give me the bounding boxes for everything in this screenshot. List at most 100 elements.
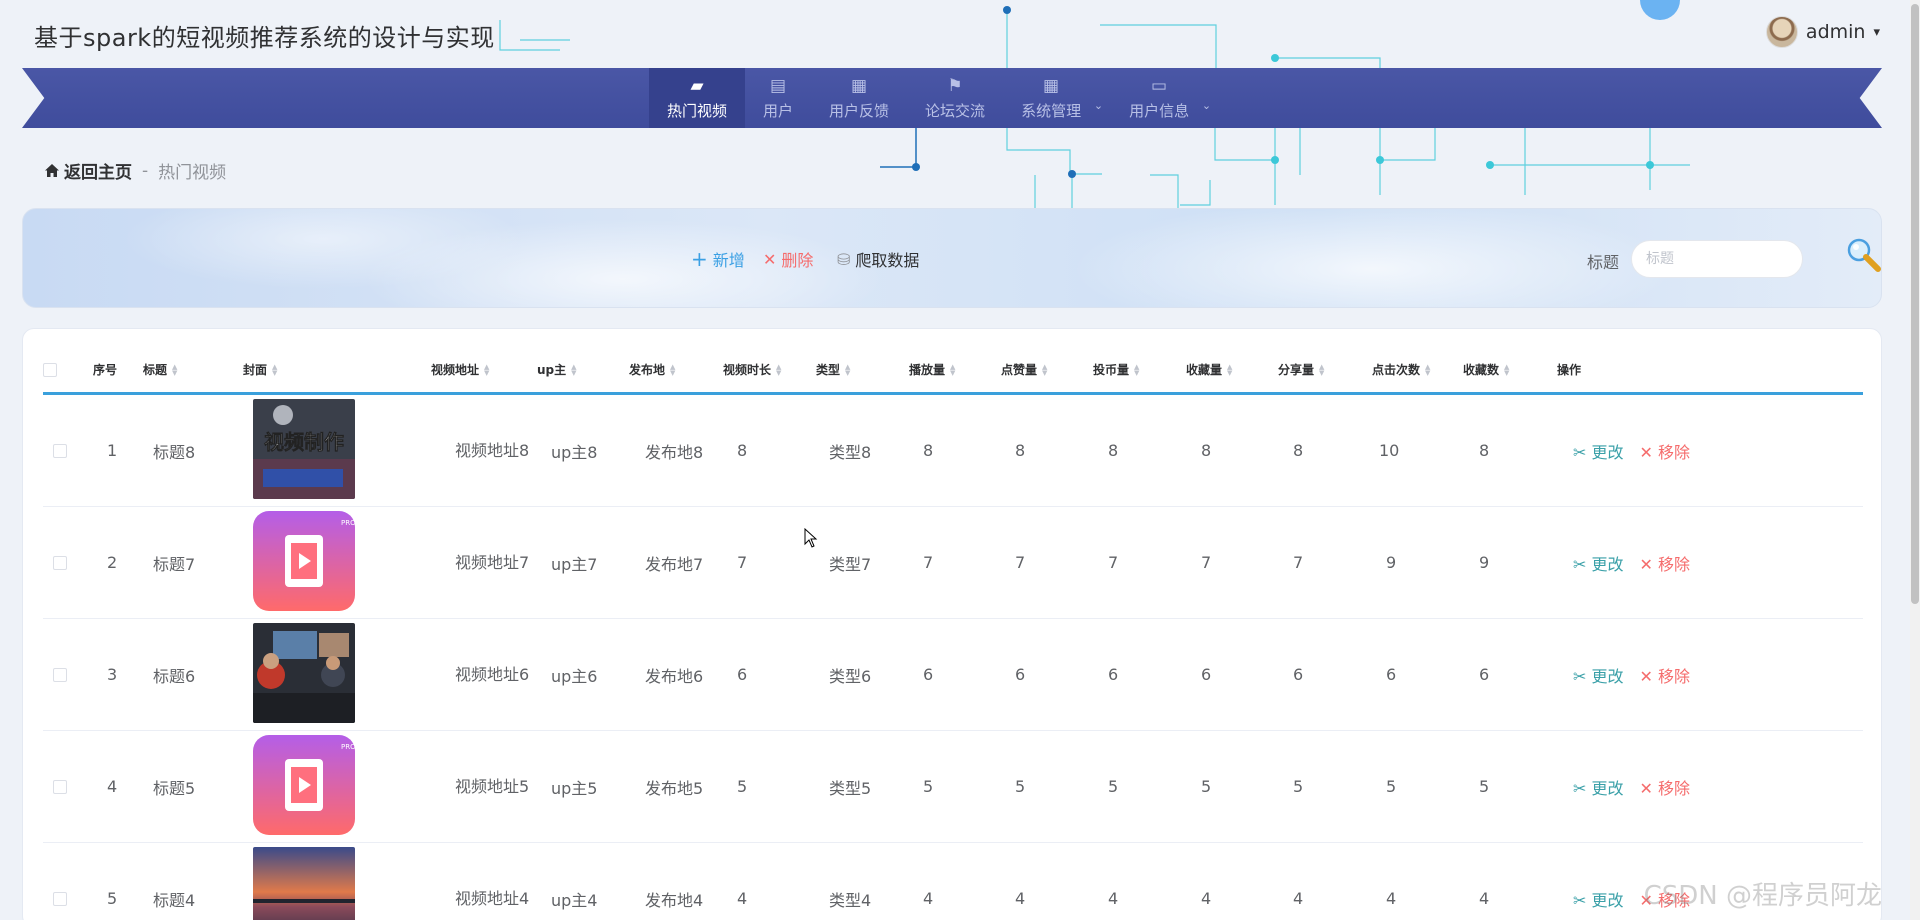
add-button[interactable]: + 新增	[691, 247, 745, 271]
cell-coins: 4	[1108, 889, 1119, 908]
database-icon: ⛁	[837, 249, 851, 269]
cover-image[interactable]	[253, 846, 355, 920]
chevron-down-icon: ⌄	[1093, 99, 1104, 112]
col-likes[interactable]: 点赞量 ▲ ▼	[1001, 361, 1047, 378]
sort-icon[interactable]: ▲ ▼	[670, 363, 675, 376]
cell-url: 视频地址7	[455, 552, 530, 572]
sort-icon[interactable]: ▲ ▼	[484, 363, 489, 376]
col-duration[interactable]: 视频时长 ▲ ▼	[723, 361, 781, 378]
video-app-icon-thumbnail: PRO	[253, 734, 356, 835]
remove-button[interactable]: ✕ 移除	[1640, 663, 1691, 687]
col-type[interactable]: 类型 ▲ ▼	[816, 361, 850, 378]
breadcrumb-home[interactable]: 返回主页	[44, 158, 132, 183]
sort-icon[interactable]: ▲ ▼	[1504, 363, 1509, 376]
sort-icon[interactable]: ▲ ▼	[776, 363, 781, 376]
search-icon[interactable]	[1843, 235, 1883, 275]
col-up[interactable]: up主 ▲ ▼	[537, 361, 577, 378]
cell-likes: 6	[1015, 665, 1026, 684]
cell-collects: 8	[1479, 441, 1490, 460]
remove-button[interactable]: ✕ 移除	[1640, 775, 1691, 799]
breadcrumb-separator: -	[142, 160, 149, 181]
nav-item-forum[interactable]: ⚑ 论坛交流	[907, 68, 1003, 128]
cover-image[interactable]	[253, 622, 355, 727]
user-menu[interactable]: admin ▾	[1765, 16, 1880, 48]
cell-favs: 5	[1201, 777, 1212, 796]
search-input[interactable]	[1631, 240, 1803, 278]
cover-image[interactable]: PRO	[253, 734, 356, 839]
nav-item-user-info[interactable]: ▭ 用户信息 ⌄	[1111, 68, 1219, 128]
col-favs[interactable]: 收藏量 ▲ ▼	[1186, 361, 1232, 378]
user-name[interactable]: admin	[1806, 21, 1866, 43]
grid-icon: ▦	[851, 75, 868, 96]
mouse-cursor-icon	[804, 528, 818, 548]
crawl-data-button[interactable]: ⛁ 爬取数据	[837, 247, 919, 271]
delete-button[interactable]: ✕ 删除	[763, 247, 813, 271]
close-icon: ✕	[763, 249, 777, 269]
cell-no: 4	[107, 777, 118, 796]
main-navbar: ▰ 热门视频 ▤ 用户 ▦ 用户反馈 ⚑ 论坛交流 ▦ 系统管理 ⌄ ▭ 用户信…	[22, 68, 1882, 128]
row-checkbox[interactable]	[53, 667, 67, 682]
sort-icon[interactable]: ▲ ▼	[845, 363, 850, 376]
videos-table: 序号 标题 ▲ ▼ 封面 ▲ ▼ 视频地址 ▲ ▼ up主 ▲ ▼ 发布地 ▲ ▼ 视频时长 ▲ ▼ 类…	[43, 347, 1863, 920]
col-url[interactable]: 视频地址 ▲ ▼	[431, 361, 489, 378]
col-title[interactable]: 标题 ▲ ▼	[143, 361, 177, 378]
sort-icon[interactable]: ▲ ▼	[1134, 363, 1139, 376]
nav-item-label: 论坛交流	[925, 101, 986, 120]
edit-button[interactable]: ✂ 更改	[1573, 775, 1624, 799]
col-cover[interactable]: 封面 ▲ ▼	[243, 361, 277, 378]
editing-studio-thumbnail	[253, 622, 355, 723]
table-header: 序号 标题 ▲ ▼ 封面 ▲ ▼ 视频地址 ▲ ▼ up主 ▲ ▼ 发布地 ▲ ▼ 视频时长 ▲ ▼ 类…	[43, 347, 1863, 395]
col-collects[interactable]: 收藏数 ▲ ▼	[1463, 361, 1509, 378]
breadcrumb-current: 热门视频	[158, 163, 227, 183]
nav-item-users[interactable]: ▤ 用户	[745, 68, 811, 128]
cell-likes: 4	[1015, 889, 1026, 908]
app-title: 基于spark的短视频推荐系统的设计与实现	[34, 24, 495, 52]
col-plays[interactable]: 播放量 ▲ ▼	[909, 361, 955, 378]
sort-icon[interactable]: ▲ ▼	[1227, 363, 1232, 376]
avatar[interactable]	[1765, 16, 1798, 48]
cover-image[interactable]: 视频制作	[253, 398, 355, 503]
row-checkbox[interactable]	[53, 443, 67, 458]
cell-no: 1	[107, 441, 118, 460]
edit-button[interactable]: ✂ 更改	[1573, 551, 1624, 575]
row-checkbox[interactable]	[53, 891, 67, 906]
sort-icon[interactable]: ▲ ▼	[1425, 363, 1430, 376]
sort-icon[interactable]: ▲ ▼	[172, 363, 177, 376]
col-place[interactable]: 发布地 ▲ ▼	[629, 361, 675, 378]
cell-no: 3	[107, 665, 118, 684]
nav-item-feedback[interactable]: ▦ 用户反馈	[811, 68, 907, 128]
select-all-checkbox[interactable]	[43, 362, 57, 377]
breadcrumb-home-label[interactable]: 返回主页	[64, 158, 132, 183]
cell-clicks: 10	[1379, 441, 1400, 460]
sort-icon[interactable]: ▲ ▼	[272, 363, 277, 376]
cell-up: up主6	[551, 666, 598, 686]
edit-button[interactable]: ✂ 更改	[1573, 887, 1624, 911]
cell-up: up主7	[551, 554, 598, 574]
row-checkbox[interactable]	[53, 555, 67, 570]
sort-icon[interactable]: ▲ ▼	[1319, 363, 1324, 376]
cell-collects: 6	[1479, 665, 1490, 684]
sort-icon[interactable]: ▲ ▼	[571, 363, 576, 376]
sort-icon[interactable]: ▲ ▼	[1042, 363, 1047, 376]
sort-icon[interactable]: ▲ ▼	[950, 363, 955, 376]
cover-image[interactable]: PRO	[253, 510, 356, 615]
edit-button[interactable]: ✂ 更改	[1573, 663, 1624, 687]
row-checkbox[interactable]	[53, 779, 67, 794]
col-shares[interactable]: 分享量 ▲ ▼	[1278, 361, 1324, 378]
search-label: 标题	[1587, 253, 1620, 272]
caret-down-icon[interactable]: ▾	[1873, 25, 1880, 40]
cell-url: 视频地址8	[455, 440, 530, 460]
col-clicks[interactable]: 点击次数 ▲ ▼	[1372, 361, 1430, 378]
cell-place: 发布地7	[645, 554, 704, 574]
cell-duration: 7	[737, 553, 748, 572]
remove-button[interactable]: ✕ 移除	[1640, 439, 1691, 463]
table-row: 1 标题8 视频制作 视频地址8 up主8 发布地8 8 类型8 8 8 8 8…	[43, 395, 1863, 507]
cell-title: 标题6	[153, 666, 196, 686]
scrollbar-thumb[interactable]	[1911, 4, 1919, 604]
page-scrollbar[interactable]	[1910, 0, 1920, 920]
nav-item-hot-videos[interactable]: ▰ 热门视频	[649, 68, 746, 128]
remove-button[interactable]: ✕ 移除	[1640, 551, 1691, 575]
nav-item-system[interactable]: ▦ 系统管理 ⌄	[1003, 68, 1111, 128]
col-coins[interactable]: 投币量 ▲ ▼	[1093, 361, 1139, 378]
edit-button[interactable]: ✂ 更改	[1573, 439, 1624, 463]
